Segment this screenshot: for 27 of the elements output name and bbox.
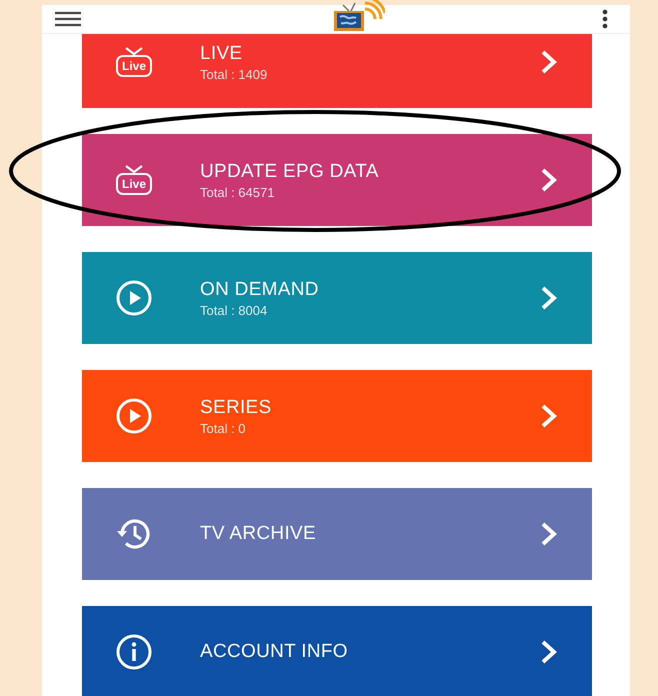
menu-title: ACCOUNT INFO	[200, 641, 349, 663]
menu-title: SERIES	[200, 396, 272, 418]
total-count: Total : 8004	[200, 302, 268, 318]
chevron-right-icon	[540, 49, 558, 75]
menu-icon[interactable]	[54, 11, 82, 27]
menu-title: UPDATE EPG DATA	[200, 160, 380, 182]
info-icon	[114, 632, 154, 672]
chevron-right-icon	[540, 639, 558, 665]
chevron-right-icon	[540, 403, 558, 429]
menu-card[interactable]: ON DEMAND Total : 8004	[82, 252, 592, 344]
menu-title: TV ARCHIVE	[200, 523, 317, 545]
chevron-right-icon	[540, 285, 558, 311]
play-circle-icon	[114, 278, 154, 318]
play-circle-icon	[114, 396, 154, 436]
total-count: Total : 64571	[200, 184, 276, 200]
menu-card[interactable]: SERIES Total : 0	[82, 370, 592, 462]
menu-card[interactable]: ACCOUNT INFO	[82, 606, 592, 696]
total-count: Total : 1409	[200, 66, 268, 82]
menu-title: LIVE	[200, 42, 244, 64]
more-options-icon[interactable]	[602, 9, 608, 29]
chevron-right-icon	[540, 521, 558, 547]
menu-card[interactable]: TV ARCHIVE	[82, 488, 592, 580]
menu-title: ON DEMAND	[200, 278, 320, 300]
menu-card[interactable]: Live UPDATE EPG DATA Total : 64571	[82, 134, 592, 226]
total-count: Total : 0	[200, 420, 247, 436]
menu-card[interactable]: Live LIVE Total : 1409	[82, 34, 592, 108]
chevron-right-icon	[540, 167, 558, 193]
